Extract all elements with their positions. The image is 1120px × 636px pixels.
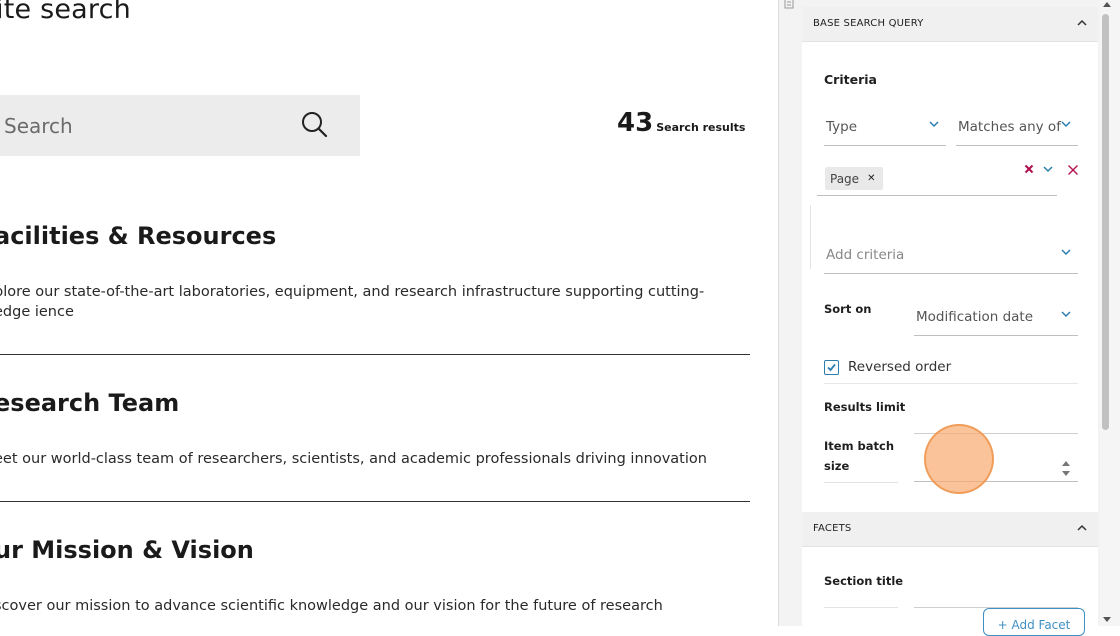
scroll-up-arrow[interactable]: [1103, 2, 1111, 7]
chevron-down-icon: [929, 121, 939, 128]
result-description: eet our world-class team of researchers,…: [0, 451, 707, 467]
reversed-order-label: Reversed order: [848, 359, 952, 375]
match-select[interactable]: Matches any of: [956, 109, 1078, 146]
divider: [824, 482, 898, 483]
clipboard-icon[interactable]: [784, 0, 794, 9]
facets-header[interactable]: FACETS: [802, 512, 1098, 547]
reversed-order-checkbox[interactable]: [824, 360, 839, 375]
sort-select-value: Modification date: [916, 309, 1034, 325]
divider: [824, 607, 898, 608]
chevron-down-icon[interactable]: [1042, 164, 1054, 174]
search-page: ite search 43Search results acilities & …: [0, 0, 779, 626]
search-icon: [302, 112, 328, 138]
result-description: plore our state-of-the-art laboratories,…: [0, 284, 705, 320]
match-select-value: Matches any of: [958, 119, 1061, 135]
scrollbar-thumb[interactable]: [1102, 14, 1109, 430]
search-box: [0, 95, 360, 156]
divider: [824, 383, 1078, 384]
search-button[interactable]: [300, 110, 330, 140]
chevron-up-icon[interactable]: [1076, 522, 1088, 534]
results-count-label: Search results: [656, 121, 746, 134]
chevron-down-icon: [1061, 121, 1071, 128]
base-search-query-card: BASE SEARCH QUERY Criteria Type Matches …: [802, 7, 1098, 512]
result-title[interactable]: esearch Team: [0, 389, 179, 417]
chevron-down-icon: [1061, 311, 1071, 318]
add-facet-button[interactable]: + Add Facet: [983, 608, 1085, 636]
type-select[interactable]: Type: [824, 109, 946, 146]
sort-select[interactable]: Modification date: [914, 299, 1078, 336]
sort-on-label: Sort on: [824, 302, 872, 316]
add-criteria-placeholder: Add criteria: [826, 247, 905, 263]
checkmark-icon: [827, 363, 836, 372]
base-search-query-header[interactable]: BASE SEARCH QUERY: [802, 7, 1098, 42]
result-title[interactable]: ur Mission & Vision: [0, 536, 254, 564]
chevron-up-icon[interactable]: [1076, 17, 1088, 29]
results-count: 43 Search results: [617, 108, 745, 138]
result-description: scover our mission to advance scientific…: [0, 598, 663, 614]
criteria-chip: Page ✕: [825, 167, 884, 190]
result-divider: [0, 501, 750, 502]
facets-title: FACETS: [813, 523, 852, 534]
scroll-down-arrow[interactable]: [1103, 617, 1111, 622]
batch-size-label: Item batch size: [824, 439, 895, 473]
batch-size-input[interactable]: [914, 445, 1078, 482]
clear-values-icon[interactable]: [1024, 164, 1034, 174]
settings-panel: BASE SEARCH QUERY Criteria Type Matches …: [779, 0, 1120, 626]
criteria-chip-label: Page: [830, 171, 860, 186]
results-limit-input-line: [914, 433, 1078, 434]
criteria-label: Criteria: [824, 72, 877, 87]
base-search-query-title: BASE SEARCH QUERY: [813, 18, 924, 29]
result-title[interactable]: acilities & Resources: [0, 222, 276, 250]
number-spinner-icon[interactable]: [1062, 460, 1070, 478]
results-limit-label: Results limit: [824, 400, 906, 414]
panel-scrollbar[interactable]: [1100, 0, 1120, 626]
remove-criteria-icon[interactable]: [1067, 164, 1079, 176]
type-select-value: Type: [826, 119, 858, 135]
result-divider: [0, 354, 750, 355]
add-criteria-select[interactable]: Add criteria: [824, 237, 1078, 274]
criteria-group-line: [810, 205, 811, 269]
results-count-number: 43: [617, 108, 654, 138]
section-title-label: Section title: [824, 574, 904, 588]
chevron-down-icon: [1061, 249, 1071, 256]
page-title: ite search: [0, 0, 131, 25]
chip-remove-icon[interactable]: ✕: [867, 173, 875, 184]
search-input[interactable]: [4, 95, 284, 156]
